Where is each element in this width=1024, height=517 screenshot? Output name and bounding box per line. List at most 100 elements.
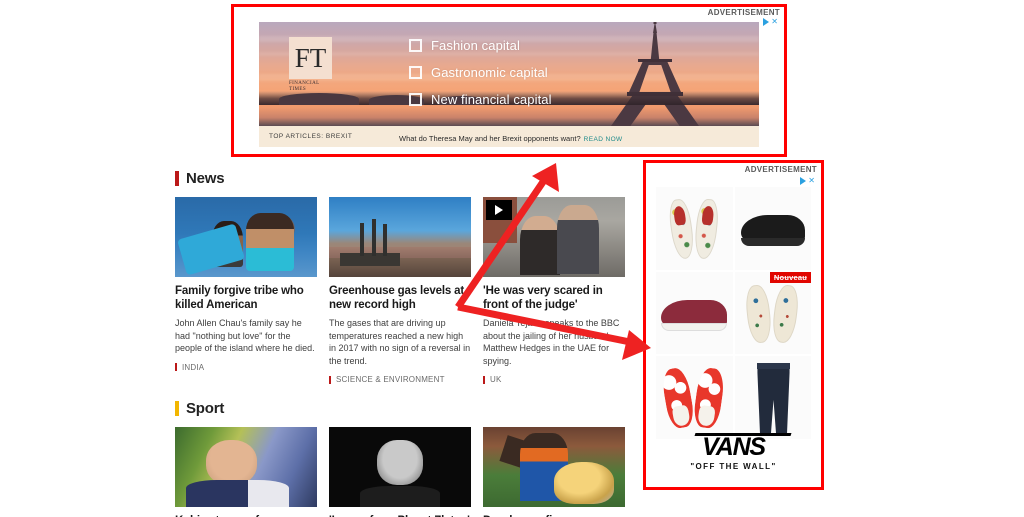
article-category[interactable]: INDIA: [175, 363, 317, 372]
section-title: Sport: [186, 400, 225, 417]
shoe-sole-icon: [661, 322, 728, 332]
section-accent-bar: [175, 401, 179, 416]
ft-option-label: New financial capital: [431, 92, 552, 107]
vans-wordmark-text: VANS: [702, 433, 766, 461]
checkbox-icon[interactable]: [409, 66, 422, 79]
article-category[interactable]: SCIENCE & ENVIRONMENT: [329, 375, 471, 384]
news-card[interactable]: 'He was very scared in front of the judg…: [483, 197, 625, 384]
top-ad-advertisement-label: ADVERTISEMENT: [707, 8, 780, 17]
article-thumbnail[interactable]: [329, 197, 471, 277]
play-button-icon[interactable]: [486, 200, 512, 220]
section-header-news: News: [175, 170, 625, 187]
category-label: UK: [490, 375, 502, 384]
person-torso: [186, 479, 289, 507]
sidebar-ad-adchoices-controls[interactable]: ✕: [800, 177, 815, 185]
tree-silhouette: [279, 93, 359, 105]
section-header-sport: Sport: [175, 400, 625, 417]
section-title: News: [186, 170, 225, 187]
adchoices-triangle-icon[interactable]: [800, 177, 807, 185]
category-label: INDIA: [182, 362, 205, 372]
top-ad-adchoices-controls[interactable]: ✕: [763, 18, 778, 26]
eiffel-top: [653, 24, 657, 33]
news-card[interactable]: Family forgive tribe who killed American…: [175, 197, 317, 384]
news-card[interactable]: Greenhouse gas levels at new record high…: [329, 197, 471, 384]
article-headline[interactable]: Greenhouse gas levels at new record high: [329, 284, 471, 312]
article-headline[interactable]: 'He was very scared in front of the judg…: [483, 284, 625, 312]
sidebar-ad-advertisement-label: ADVERTISEMENT: [744, 165, 817, 174]
ft-footer-read-now-link[interactable]: READ NOW: [584, 136, 623, 143]
category-accent-bar: [175, 363, 177, 371]
shoe-right-icon: [692, 197, 721, 260]
sport-card[interactable]: 'I came from Planet Zlatan' Fresh from h…: [329, 427, 471, 517]
eiffel-mid: [629, 62, 681, 92]
article-headline[interactable]: Family forgive tribe who killed American: [175, 284, 317, 312]
person-silhouette: [519, 216, 560, 276]
article-summary: Daniela Tejada speaks to the BBC about t…: [483, 318, 620, 366]
page-root: ADVERTISEMENT ✕ FT FINANCIAL TIMES Fashi…: [0, 0, 1024, 517]
trousers-waistband-icon: [757, 362, 790, 369]
ft-footer-tag: TOP ARTICLES: BREXIT: [269, 133, 353, 140]
ft-option-new-financial-capital[interactable]: New financial capital: [409, 92, 552, 107]
eiffel-deck-2: [638, 59, 672, 62]
ft-option-gastronomic-capital[interactable]: Gastronomic capital: [409, 65, 552, 80]
checkbox-icon[interactable]: [409, 93, 422, 106]
adchoices-triangle-icon[interactable]: [763, 18, 770, 26]
category-accent-bar: [329, 375, 331, 384]
play-triangle-icon: [495, 205, 503, 215]
ft-option-label: Gastronomic capital: [431, 65, 548, 80]
article-category[interactable]: UK: [483, 375, 625, 384]
ft-option-fashion-capital[interactable]: Fashion capital: [409, 38, 552, 53]
article-summary: John Allen Chau's family say he had "not…: [175, 318, 315, 353]
article-thumbnail[interactable]: [483, 427, 625, 507]
person-face: [377, 439, 423, 485]
sport-card[interactable]: Drogba confirms retirement from playing: [483, 427, 625, 517]
sport-card-list: Kubica to race for Williams in 2019 'I c…: [175, 427, 625, 517]
person-torso: [360, 486, 440, 507]
ft-banner-footer[interactable]: TOP ARTICLES: BREXIT What do Theresa May…: [259, 126, 759, 147]
product-tile-black-sneaker[interactable]: [734, 187, 811, 270]
vans-wordmark: VANS: [694, 433, 792, 461]
eiffel-upper: [650, 33, 660, 59]
article-thumbnail[interactable]: [175, 427, 317, 507]
article-thumbnail[interactable]: [329, 427, 471, 507]
ft-logo-letters: FT: [294, 43, 327, 73]
eiffel-tower-graphic: [609, 22, 701, 126]
article-thumbnail[interactable]: [175, 197, 317, 277]
nouveau-badge: Nouveau: [769, 271, 811, 283]
person-face: [206, 439, 258, 485]
category-accent-bar: [483, 375, 485, 384]
section-accent-bar: [175, 171, 179, 186]
shoe-left-icon: [743, 283, 773, 344]
person-silhouette: [211, 221, 244, 268]
product-tile-polka-dot-slip-ons[interactable]: [656, 356, 733, 439]
vans-product-grid: Nouveau: [656, 187, 811, 439]
product-tile-navy-trousers[interactable]: [734, 356, 811, 439]
ft-option-label: Fashion capital: [431, 38, 520, 53]
product-tile-printed-canvas-shoes[interactable]: Nouveau: [734, 271, 811, 355]
ft-banner-creative[interactable]: FT FINANCIAL TIMES Fashion capital Gastr…: [259, 22, 759, 147]
checkbox-icon[interactable]: [409, 39, 422, 52]
trousers-icon: [757, 362, 790, 435]
shoe-left-icon: [667, 197, 697, 260]
sidebar-ad[interactable]: ADVERTISEMENT ✕ Nouveau VANS "OFF THE WA…: [646, 163, 821, 487]
shoe-left-icon: [660, 366, 697, 430]
vans-brand-lockup[interactable]: VANS "OFF THE WALL": [646, 433, 821, 471]
smokestack: [360, 222, 365, 257]
close-x-icon[interactable]: ✕: [808, 177, 815, 185]
person-silhouette: [246, 213, 295, 271]
vans-logo-bar: [694, 433, 792, 436]
main-content: News Family forgive tribe who killed Ame…: [175, 170, 625, 517]
ft-footer-headline: What do Theresa May and her Brexit oppon…: [399, 133, 581, 143]
product-tile-burgundy-sneaker[interactable]: [656, 271, 733, 355]
plant-building: [340, 253, 400, 266]
shoe-right-icon: [691, 366, 726, 429]
ft-options-list: Fashion capital Gastronomic capital New …: [409, 38, 552, 119]
article-thumbnail[interactable]: [483, 197, 625, 277]
top-banner-ad[interactable]: ADVERTISEMENT ✕ FT FINANCIAL TIMES Fashi…: [234, 7, 784, 154]
close-x-icon[interactable]: ✕: [771, 18, 778, 26]
product-tile-printed-slip-ons[interactable]: [656, 187, 733, 270]
trophy-graphic: [554, 462, 614, 504]
sport-card[interactable]: Kubica to race for Williams in 2019: [175, 427, 317, 517]
vans-slogan: "OFF THE WALL": [690, 462, 777, 471]
ft-footer-headline-wrap[interactable]: What do Theresa May and her Brexit oppon…: [399, 128, 623, 146]
